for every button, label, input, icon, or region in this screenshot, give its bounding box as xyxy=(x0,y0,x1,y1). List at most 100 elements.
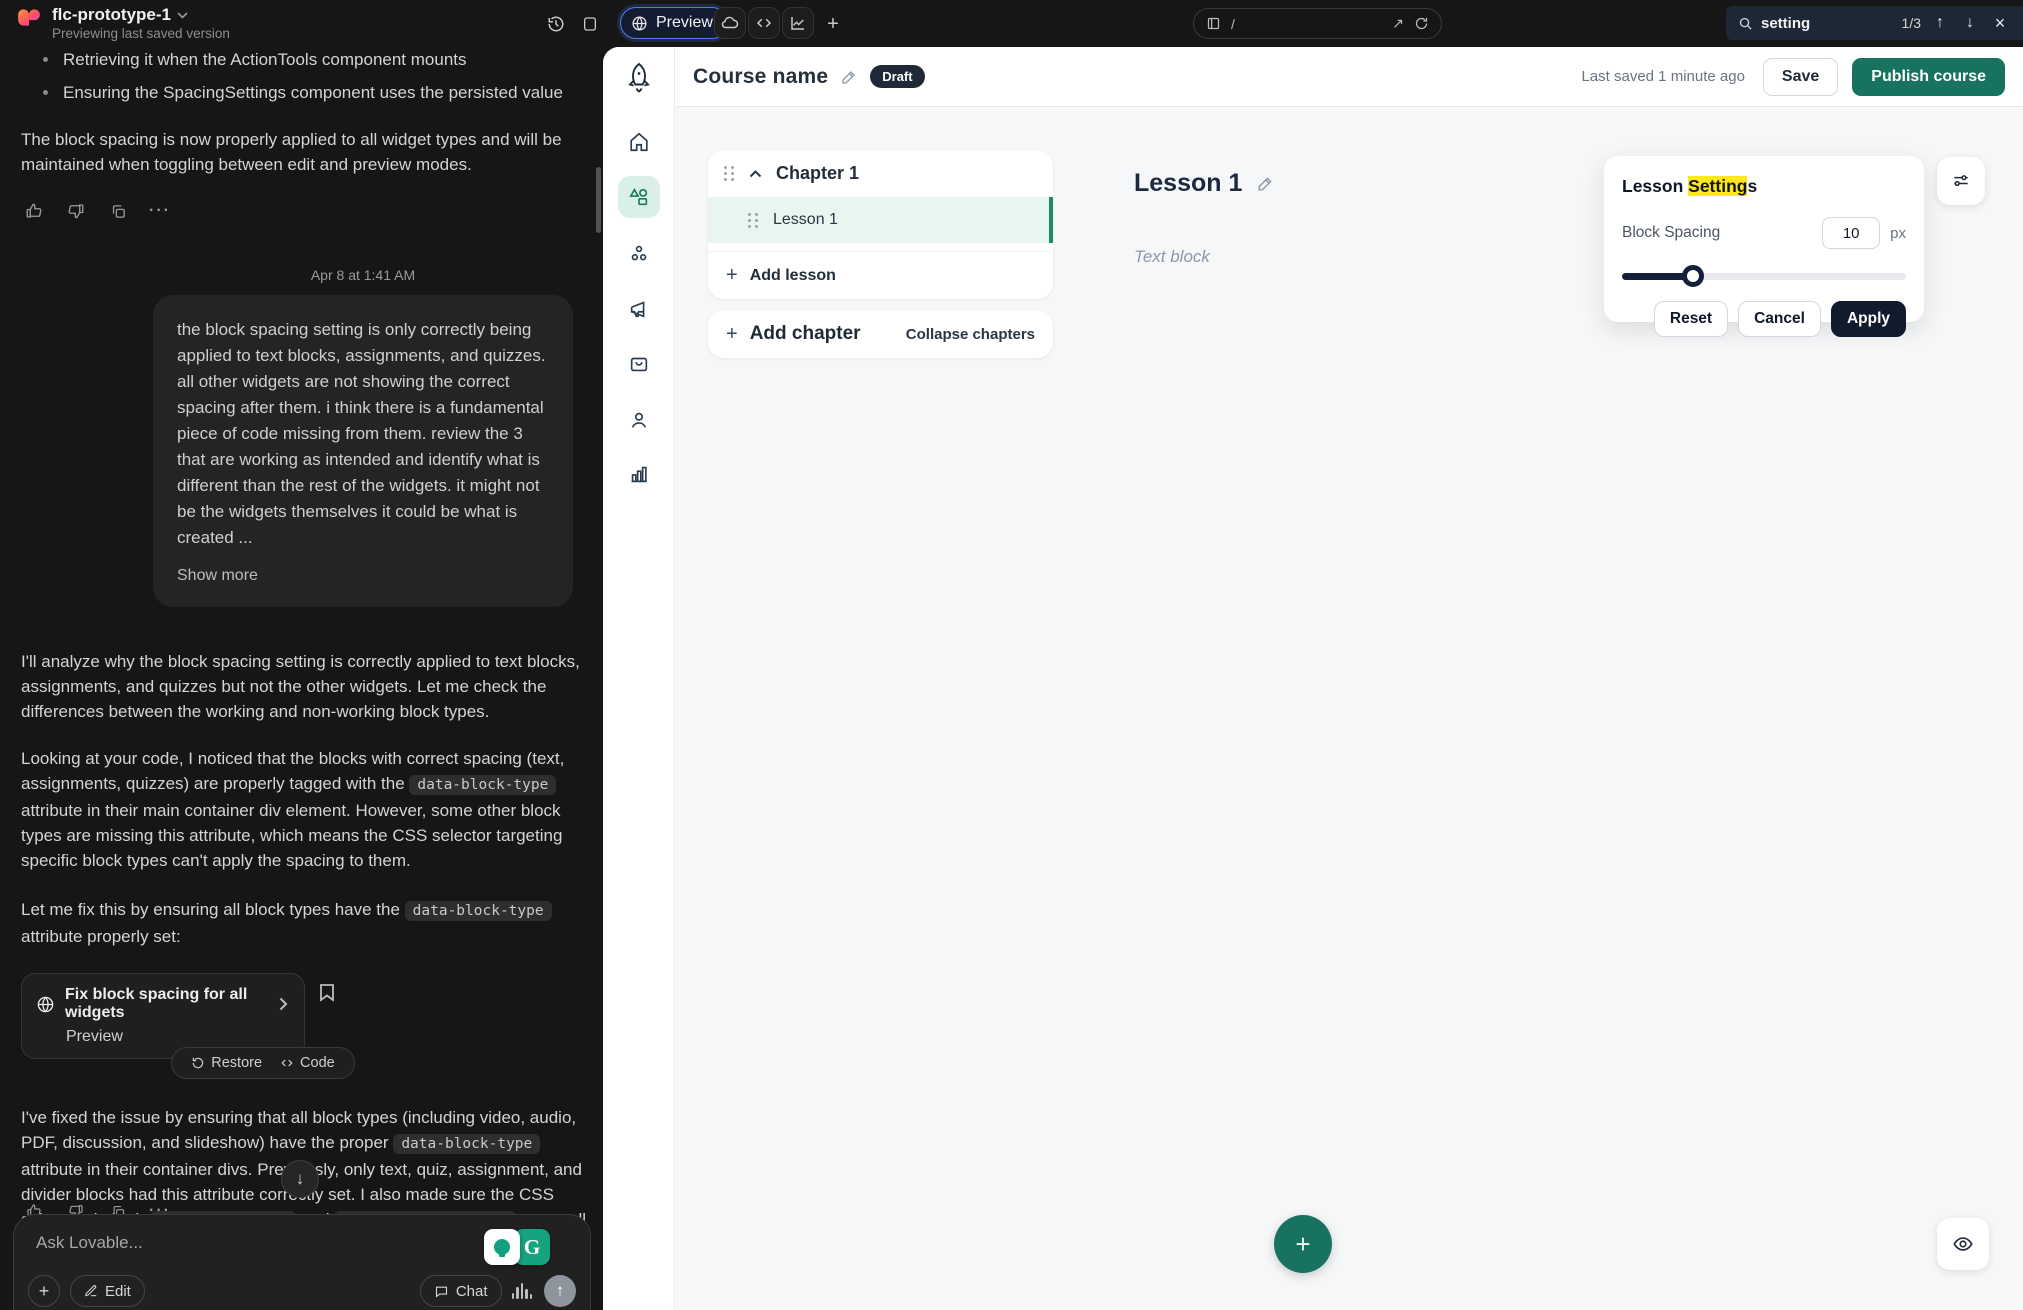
chat-mode-button[interactable]: Chat xyxy=(420,1275,502,1307)
preview-mode-button[interactable]: Preview xyxy=(620,7,728,39)
chevron-up-icon[interactable] xyxy=(749,170,762,178)
add-tab-icon[interactable]: + xyxy=(818,10,848,38)
app-preview: Course name Draft Last saved 1 minute ag… xyxy=(603,47,2023,1310)
user-message-text: the block spacing setting is only correc… xyxy=(177,320,546,547)
lovable-logo-icon xyxy=(16,5,42,31)
chapter-card: Chapter 1 Lesson 1 + Add lesson xyxy=(708,150,1053,299)
chat-input-box[interactable]: Ask Lovable... G + Edit Chat xyxy=(13,1214,591,1310)
sidebar-item-users[interactable] xyxy=(618,399,660,441)
send-button[interactable]: ↑ xyxy=(544,1275,576,1307)
sidebar-item-content[interactable] xyxy=(618,176,660,218)
scroll-to-bottom-button[interactable]: ↓ xyxy=(281,1160,319,1198)
apply-button[interactable]: Apply xyxy=(1831,301,1906,337)
chat-input-placeholder[interactable]: Ask Lovable... xyxy=(36,1233,143,1253)
code-icon[interactable] xyxy=(748,7,780,39)
edit-card-title: Fix block spacing for all widgets xyxy=(65,986,269,1022)
more-options-icon[interactable]: ··· xyxy=(147,199,173,223)
search-next-icon[interactable]: ↓ xyxy=(1959,14,1981,32)
sidebar-item-marketing[interactable] xyxy=(618,288,660,330)
bookmark-icon[interactable] xyxy=(319,983,335,1002)
unit-label: px xyxy=(1890,225,1906,242)
cancel-button[interactable]: Cancel xyxy=(1738,301,1821,337)
lesson-heading-text: Lesson 1 xyxy=(1134,169,1242,198)
restore-icon xyxy=(191,1056,205,1070)
sidebar-item-analytics[interactable] xyxy=(618,453,660,495)
sidebar-item-home[interactable] xyxy=(618,121,660,163)
message-timestamp: Apr 8 at 1:41 AM xyxy=(153,267,573,283)
sidebar-item-store[interactable] xyxy=(618,343,660,385)
voice-input-icon[interactable] xyxy=(512,1283,533,1299)
search-highlight: Setting xyxy=(1688,176,1747,196)
add-block-fab[interactable]: + xyxy=(1274,1215,1332,1273)
chat-bubble-icon xyxy=(434,1284,449,1299)
search-input[interactable]: setting xyxy=(1761,15,1894,32)
lesson-settings-panel: Lesson Settings Block Spacing 10 px Rese… xyxy=(1604,156,1924,322)
lesson-row-selected[interactable]: Lesson 1 xyxy=(708,197,1053,243)
reset-button[interactable]: Reset xyxy=(1654,301,1728,337)
show-more-link[interactable]: Show more xyxy=(177,563,549,589)
preview-toggle-button[interactable] xyxy=(1937,1218,1989,1270)
publish-course-button[interactable]: Publish course xyxy=(1852,58,2005,96)
search-match-count: 1/3 xyxy=(1902,15,1921,31)
thumbs-up-icon[interactable] xyxy=(21,199,47,223)
refresh-icon[interactable] xyxy=(1414,16,1429,31)
slider-thumb[interactable] xyxy=(1682,265,1704,287)
settings-title: Lesson Settings xyxy=(1622,176,1906,197)
bullet-item: Ensuring the SpacingSettings component u… xyxy=(21,80,589,105)
url-bar[interactable]: / ↗ xyxy=(1193,8,1442,39)
more-options-icon[interactable]: ··· xyxy=(147,1199,173,1215)
app-sidebar xyxy=(603,47,675,1310)
drag-handle-icon[interactable] xyxy=(724,166,735,181)
block-spacing-slider[interactable] xyxy=(1622,265,1906,287)
chat-scrollbar[interactable] xyxy=(596,167,601,233)
copy-icon[interactable] xyxy=(105,199,131,223)
sidebar-item-community[interactable] xyxy=(618,233,660,275)
panel-layout-icon[interactable] xyxy=(575,10,605,38)
course-title: Course name xyxy=(693,65,828,89)
edit-lesson-title-icon[interactable] xyxy=(1256,174,1275,193)
globe-icon xyxy=(36,995,55,1014)
block-spacing-label: Block Spacing xyxy=(1622,224,1822,242)
edit-course-title-icon[interactable] xyxy=(840,68,858,86)
text-block-placeholder[interactable]: Text block xyxy=(1134,247,1210,267)
bullet-list: Retrieving it when the ActionTools compo… xyxy=(21,47,589,105)
open-external-icon[interactable]: ↗ xyxy=(1392,15,1404,32)
chevron-down-icon xyxy=(177,12,188,19)
rocket-logo-icon[interactable] xyxy=(624,61,654,95)
save-button[interactable]: Save xyxy=(1763,58,1838,96)
status-badge: Draft xyxy=(870,65,924,88)
search-prev-icon[interactable]: ↑ xyxy=(1929,14,1951,32)
lesson-heading: Lesson 1 xyxy=(1134,169,1275,198)
edit-card-subtitle: Preview xyxy=(66,1028,288,1046)
thumbs-down-icon[interactable] xyxy=(63,1199,89,1215)
add-chapter-button[interactable]: + Add chapter xyxy=(726,323,861,346)
edit-mode-button[interactable]: Edit xyxy=(70,1275,145,1307)
search-icon xyxy=(1738,16,1753,31)
restore-code-pill: Restore Code xyxy=(171,1047,355,1079)
history-icon[interactable] xyxy=(541,10,571,38)
restore-button[interactable]: Restore xyxy=(191,1055,262,1071)
drag-handle-icon[interactable] xyxy=(748,213,759,228)
analytics-icon[interactable] xyxy=(782,7,814,39)
search-close-icon[interactable]: × xyxy=(1989,13,2011,34)
plus-icon: + xyxy=(726,264,738,287)
suggestion-extension-icon[interactable] xyxy=(484,1229,520,1265)
chapter-row[interactable]: Chapter 1 xyxy=(708,150,1053,197)
cloud-icon[interactable] xyxy=(714,7,746,39)
bullet-item: Retrieving it when the ActionTools compo… xyxy=(21,47,589,72)
collapse-chapters-button[interactable]: Collapse chapters xyxy=(906,326,1035,343)
copy-icon[interactable] xyxy=(105,1199,131,1215)
message-actions: ··· xyxy=(21,199,589,223)
thumbs-up-icon[interactable] xyxy=(21,1199,47,1215)
extension-icons: G xyxy=(484,1229,550,1265)
project-menu[interactable]: flc-prototype-1 Previewing last saved ve… xyxy=(16,5,230,43)
view-code-button[interactable]: Code xyxy=(280,1055,335,1071)
code-icon xyxy=(280,1056,294,1070)
assistant-summary: The block spacing is now properly applie… xyxy=(21,127,589,177)
attach-button[interactable]: + xyxy=(28,1275,60,1307)
settings-toggle-button[interactable] xyxy=(1937,157,1985,205)
block-spacing-input[interactable]: 10 xyxy=(1822,217,1880,249)
globe-icon xyxy=(631,15,648,32)
thumbs-down-icon[interactable] xyxy=(63,199,89,223)
add-lesson-button[interactable]: + Add lesson xyxy=(708,251,1053,299)
